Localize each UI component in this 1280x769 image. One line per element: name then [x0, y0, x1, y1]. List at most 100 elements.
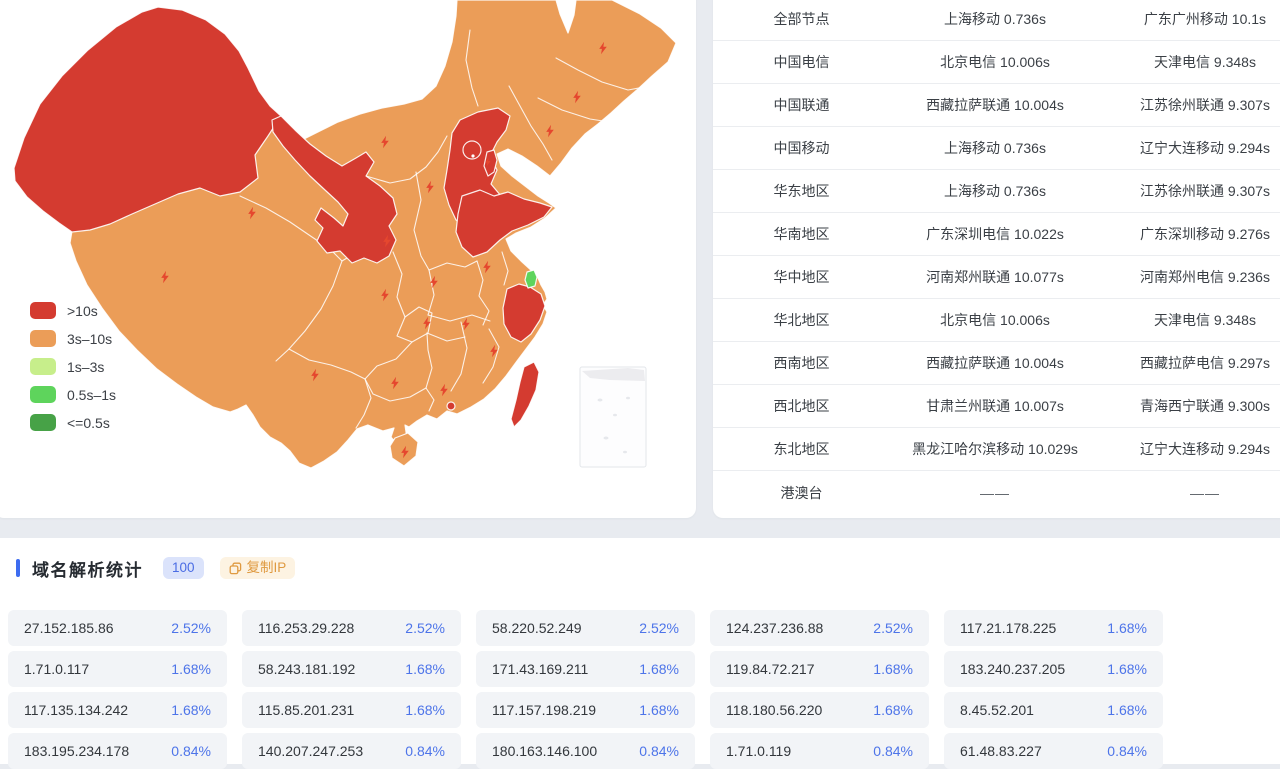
- node-table-row: 中国联通 西藏拉萨联通 10.004s 江苏徐州联通 9.307s: [713, 84, 1280, 127]
- region-label: 东北地区: [713, 439, 890, 459]
- region-label: 中国移动: [713, 138, 890, 158]
- legend-label: 1s–3s: [67, 359, 104, 375]
- node-table-row: 东北地区 黑龙江哈尔滨移动 10.029s 辽宁大连移动 9.294s: [713, 428, 1280, 471]
- network-monitoring-page: { "map": { "legend": [ {"label": ">10s",…: [0, 0, 1280, 764]
- ip-address: 58.220.52.249: [492, 620, 582, 636]
- ip-stat-cell: 117.21.178.225 1.68%: [944, 610, 1163, 646]
- node-a-value: 上海移动 0.736s: [890, 138, 1100, 158]
- copy-ip-button[interactable]: 复制IP: [220, 557, 296, 579]
- ip-stat-cell: 116.253.29.228 2.52%: [242, 610, 461, 646]
- map-legend: >10s 3s–10s 1s–3s 0.5s–1s <=0.5s: [30, 302, 116, 442]
- node-b-value: 西藏拉萨电信 9.297s: [1100, 353, 1280, 373]
- node-b-value: ——: [1100, 485, 1280, 501]
- ip-percentage: 2.52%: [639, 620, 679, 636]
- ip-stat-cell: 118.180.56.220 1.68%: [710, 692, 929, 728]
- node-b-value: 辽宁大连移动 9.294s: [1100, 138, 1280, 158]
- map-card: >10s 3s–10s 1s–3s 0.5s–1s <=0.5s: [0, 0, 696, 518]
- region-label: 华东地区: [713, 181, 890, 201]
- node-a-value: 黑龙江哈尔滨移动 10.029s: [890, 439, 1100, 459]
- china-map[interactable]: [0, 0, 700, 520]
- node-b-value: 江苏徐州联通 9.307s: [1100, 181, 1280, 201]
- region-label: 华中地区: [713, 267, 890, 287]
- ip-percentage: 0.84%: [171, 743, 211, 759]
- region-label: 西南地区: [713, 353, 890, 373]
- legend-item: 1s–3s: [30, 358, 116, 375]
- node-table-row: 港澳台 —— ——: [713, 471, 1280, 514]
- node-a-value: 上海移动 0.736s: [890, 9, 1100, 29]
- region-label: 全部节点: [713, 9, 890, 29]
- ip-address: 118.180.56.220: [726, 702, 822, 718]
- ip-address: 117.135.134.242: [24, 702, 128, 718]
- ip-count-badge: 100: [163, 557, 204, 579]
- node-b-value: 广东深圳移动 9.276s: [1100, 224, 1280, 244]
- node-a-value: 北京电信 10.006s: [890, 52, 1100, 72]
- legend-item: >10s: [30, 302, 116, 319]
- province-shanghai[interactable]: [525, 270, 537, 288]
- node-table-row: 华北地区 北京电信 10.006s 天津电信 9.348s: [713, 299, 1280, 342]
- legend-item: 3s–10s: [30, 330, 116, 347]
- ip-percentage: 1.68%: [873, 661, 913, 677]
- ip-percentage: 1.68%: [405, 702, 445, 718]
- ip-percentage: 1.68%: [873, 702, 913, 718]
- beijing-city-dot: [471, 154, 474, 157]
- node-a-value: 北京电信 10.006s: [890, 310, 1100, 330]
- ip-percentage: 1.68%: [171, 661, 211, 677]
- node-table-row: 中国电信 北京电信 10.006s 天津电信 9.348s: [713, 41, 1280, 84]
- title-accent-bar: [16, 559, 20, 577]
- node-a-value: 西藏拉萨联通 10.004s: [890, 95, 1100, 115]
- legend-label: <=0.5s: [67, 415, 110, 431]
- node-a-value: 西藏拉萨联通 10.004s: [890, 353, 1100, 373]
- ip-stats-grid: 27.152.185.86 2.52% 116.253.29.228 2.52%…: [8, 610, 1163, 769]
- south-china-sea-inset: [580, 367, 646, 467]
- node-b-value: 辽宁大连移动 9.294s: [1100, 439, 1280, 459]
- ip-percentage: 0.84%: [639, 743, 679, 759]
- ip-percentage: 1.68%: [405, 661, 445, 677]
- node-table-row: 西北地区 甘肃兰州联通 10.007s 青海西宁联通 9.300s: [713, 385, 1280, 428]
- ip-stat-cell: 124.237.236.88 2.52%: [710, 610, 929, 646]
- ip-percentage: 0.84%: [1107, 743, 1147, 759]
- ip-address: 8.45.52.201: [960, 702, 1034, 718]
- ip-address: 183.195.234.178: [24, 743, 129, 759]
- ip-percentage: 1.68%: [1107, 620, 1147, 636]
- node-b-value: 江苏徐州联通 9.307s: [1100, 95, 1280, 115]
- node-table-row: 华中地区 河南郑州联通 10.077s 河南郑州电信 9.236s: [713, 256, 1280, 299]
- province-zhejiang: [503, 284, 545, 342]
- ip-address: 117.157.198.219: [492, 702, 596, 718]
- ip-address: 140.207.247.253: [258, 743, 363, 759]
- ip-address: 61.48.83.227: [960, 743, 1042, 759]
- node-a-value: 河南郑州联通 10.077s: [890, 267, 1100, 287]
- ip-address: 116.253.29.228: [258, 620, 354, 636]
- node-speed-table: 全部节点 上海移动 0.736s 广东广州移动 10.1s 中国电信 北京电信 …: [713, 0, 1280, 514]
- legend-label: 3s–10s: [67, 331, 112, 347]
- legend-swatch: [30, 302, 56, 319]
- ip-address: 115.85.201.231: [258, 702, 354, 718]
- node-speed-table-card: 全部节点 上海移动 0.736s 广东广州移动 10.1s 中国电信 北京电信 …: [713, 0, 1280, 518]
- region-label: 港澳台: [713, 483, 890, 503]
- ip-percentage: 1.68%: [1107, 702, 1147, 718]
- dns-stats-panel: 域名解析统计 100 复制IP 27.152.185.86 2.52% 116.…: [0, 538, 1280, 764]
- legend-swatch: [30, 414, 56, 431]
- ip-stat-cell: 8.45.52.201 1.68%: [944, 692, 1163, 728]
- ip-stat-cell: 58.243.181.192 1.68%: [242, 651, 461, 687]
- ip-address: 171.43.169.211: [492, 661, 588, 677]
- legend-label: 0.5s–1s: [67, 387, 116, 403]
- ip-percentage: 2.52%: [171, 620, 211, 636]
- legend-swatch: [30, 358, 56, 375]
- ip-stat-cell: 117.135.134.242 1.68%: [8, 692, 227, 728]
- ip-percentage: 1.68%: [171, 702, 211, 718]
- ip-stat-cell: 117.157.198.219 1.68%: [476, 692, 695, 728]
- region-label: 华南地区: [713, 224, 890, 244]
- copy-ip-label: 复制IP: [247, 561, 287, 575]
- ip-percentage: 1.68%: [639, 661, 679, 677]
- dns-stats-header: 域名解析统计 100 复制IP: [16, 554, 295, 582]
- ip-percentage: 0.84%: [405, 743, 445, 759]
- ip-stat-cell: 183.240.237.205 1.68%: [944, 651, 1163, 687]
- ip-stat-cell: 27.152.185.86 2.52%: [8, 610, 227, 646]
- panel-title: 域名解析统计: [32, 556, 143, 581]
- ip-address: 27.152.185.86: [24, 620, 114, 636]
- province-taiwan: [511, 362, 539, 427]
- node-b-value: 河南郑州电信 9.236s: [1100, 267, 1280, 287]
- node-table-row: 华南地区 广东深圳电信 10.022s 广东深圳移动 9.276s: [713, 213, 1280, 256]
- ip-percentage: 1.68%: [1107, 661, 1147, 677]
- ip-address: 1.71.0.119: [726, 743, 791, 759]
